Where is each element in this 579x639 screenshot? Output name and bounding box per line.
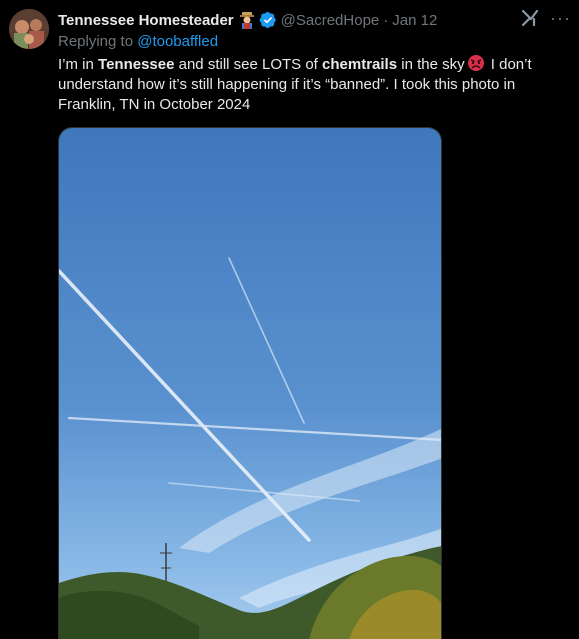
tweet-header: Tennessee Homesteader @SacredHope · Jan … (58, 10, 437, 30)
angry-face-emoji-icon (467, 54, 485, 72)
avatar-image (9, 9, 49, 49)
more-icon[interactable]: ··· (550, 8, 571, 28)
author-name[interactable]: Tennessee Homesteader (58, 12, 234, 29)
farmer-emoji-icon (238, 11, 256, 29)
text-part: and still see LOTS of (174, 56, 323, 73)
reply-prefix: Replying to (58, 33, 134, 50)
grok-icon[interactable] (520, 8, 540, 28)
author-handle[interactable]: @SacredHope (281, 12, 380, 29)
tweet-text: I’m in Tennessee and still see LOTS of c… (58, 54, 563, 115)
text-part: in the sky (397, 56, 465, 73)
sky-photo-image (59, 128, 441, 639)
tweet-date[interactable]: Jan 12 (392, 12, 437, 29)
separator-dot: · (383, 11, 389, 29)
reply-to-link[interactable]: @toobaffled (137, 33, 218, 50)
verified-badge-icon[interactable] (259, 11, 277, 29)
replying-to: Replying to @toobaffled (58, 33, 218, 50)
text-part: I’m in (58, 56, 99, 73)
hashtag-chemtrails[interactable]: chemtrails (322, 56, 397, 73)
hashtag-tennessee[interactable]: Tennessee (98, 56, 174, 73)
avatar[interactable] (9, 9, 49, 49)
tweet-photo[interactable] (58, 127, 442, 639)
tweet-actions-top: ··· (520, 8, 571, 28)
